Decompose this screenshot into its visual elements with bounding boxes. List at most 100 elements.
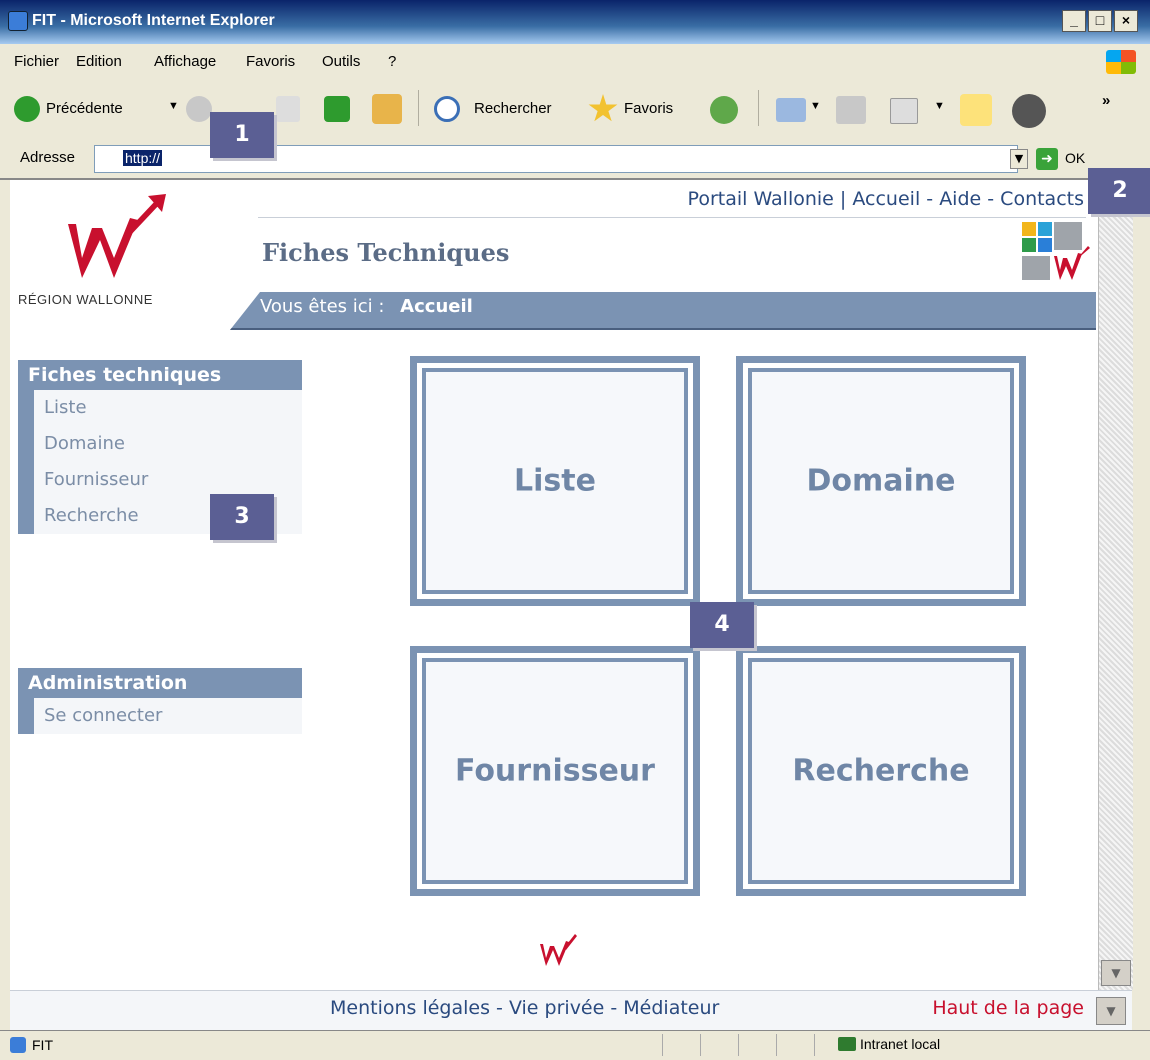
menu-help[interactable]: ? (388, 53, 396, 70)
messenger-icon[interactable] (1012, 94, 1046, 128)
header-divider (258, 217, 1086, 218)
link-separator: | (839, 188, 847, 210)
footer-logo-icon (540, 934, 577, 966)
search-button[interactable]: Rechercher (474, 100, 552, 117)
callout-badge: 2 (1088, 168, 1150, 214)
tile-fournisseur[interactable]: Fournisseur (410, 646, 700, 896)
vertical-scrollbar[interactable]: ▼ (1098, 180, 1133, 990)
top-links: Portail Wallonie | Accueil - Aide - Cont… (688, 188, 1084, 210)
toolbar-separator (758, 90, 759, 126)
menu-affichage[interactable]: Affichage (154, 53, 216, 70)
corner-logo-icon (1022, 222, 1090, 280)
tile-label: Liste (514, 463, 596, 499)
breadcrumb-prefix: Vous êtes ici : (260, 296, 385, 317)
ie-icon (8, 11, 28, 31)
footer-bar: Mentions légales - Vie privée - Médiateu… (10, 990, 1132, 1031)
go-arrow-icon[interactable]: ➜ (1036, 148, 1058, 170)
sidebar-item-liste[interactable]: Liste (34, 390, 302, 426)
address-label: Adresse (20, 149, 76, 166)
windows-logo-icon (1106, 50, 1136, 74)
sidebar-item-se-connecter[interactable]: Se connecter (34, 698, 302, 734)
favorites-button[interactable]: Favoris (624, 100, 673, 117)
callout-badge: 4 (690, 602, 754, 648)
link-accueil[interactable]: Accueil (852, 188, 920, 210)
history-icon[interactable] (710, 96, 738, 124)
window-title-bar: FIT - Microsoft Internet Explorer _ □ × (0, 0, 1150, 44)
window-title: FIT - Microsoft Internet Explorer (32, 12, 275, 29)
sidebar-heading-fiches: Fiches techniques (18, 360, 302, 390)
tile-label: Fournisseur (455, 753, 655, 789)
status-bar: FIT Intranet local (0, 1030, 1150, 1060)
link-vie-privee[interactable]: Vie privée (509, 997, 604, 1019)
address-bar: Adresse http:// ▼ ➜ OK (0, 140, 1150, 180)
menu-outils[interactable]: Outils (322, 53, 360, 70)
link-haut-de-la-page[interactable]: Haut de la page (932, 997, 1084, 1019)
link-separator: - (926, 188, 934, 210)
tile-domaine[interactable]: Domaine (736, 356, 1026, 606)
back-dropdown-icon[interactable]: ▼ (168, 100, 179, 112)
address-dropdown-icon[interactable]: ▼ (1010, 149, 1028, 169)
callout-badge: 1 (210, 112, 274, 158)
status-text: FIT (32, 1037, 53, 1053)
page-title: Fiches Techniques (262, 238, 510, 267)
link-separator: - (987, 188, 995, 210)
status-cell (814, 1034, 835, 1056)
link-aide[interactable]: Aide (939, 188, 981, 210)
region-wallonne-logo[interactable] (60, 194, 170, 282)
menu-favoris[interactable]: Favoris (246, 53, 295, 70)
scroll-down-icon[interactable]: ▼ (1096, 997, 1126, 1025)
link-separator: - (496, 997, 503, 1019)
back-arrow-icon[interactable] (14, 96, 40, 122)
sidebar-item-fournisseur[interactable]: Fournisseur (34, 462, 302, 498)
breadcrumb-current[interactable]: Accueil (400, 296, 473, 317)
home-icon[interactable] (372, 94, 402, 124)
link-mediateur[interactable]: Médiateur (623, 997, 719, 1019)
region-label: RÉGION WALLONNE (18, 292, 153, 307)
status-cell (776, 1034, 797, 1056)
link-separator: - (610, 997, 618, 1019)
status-cell (738, 1034, 759, 1056)
search-icon[interactable] (434, 96, 460, 122)
tile-label: Domaine (806, 463, 956, 499)
minimize-button[interactable]: _ (1062, 10, 1086, 32)
page-viewport: Portail Wallonie | Accueil - Aide - Cont… (10, 180, 1098, 990)
scroll-down-icon[interactable]: ▼ (1101, 960, 1131, 986)
go-button[interactable]: OK (1065, 150, 1085, 166)
edit-icon[interactable] (890, 98, 918, 124)
callout-badge: 3 (210, 494, 274, 540)
back-button[interactable]: Précédente (46, 100, 123, 117)
sidebar-item-domaine[interactable]: Domaine (34, 426, 302, 462)
status-cell (700, 1034, 721, 1056)
link-contacts[interactable]: Contacts (1000, 188, 1084, 210)
page-icon (10, 1037, 26, 1053)
link-portail-wallonie[interactable]: Portail Wallonie (688, 188, 834, 210)
refresh-icon[interactable] (324, 96, 350, 122)
sidebar-menu-administration: Se connecter (18, 698, 302, 734)
address-value[interactable]: http:// (123, 150, 163, 166)
tile-recherche[interactable]: Recherche (736, 646, 1026, 896)
tile-liste[interactable]: Liste (410, 356, 700, 606)
maximize-button[interactable]: □ (1088, 10, 1112, 32)
tile-label: Recherche (792, 753, 970, 789)
link-mentions-legales[interactable]: Mentions légales (330, 997, 490, 1019)
toolbar: Précédente ▼ Rechercher Favoris ▼ ▼ » (0, 78, 1150, 141)
footer-links: Mentions légales - Vie privée - Médiateu… (330, 997, 719, 1019)
sidebar-heading-administration: Administration (18, 668, 302, 698)
forward-arrow-icon[interactable] (186, 96, 212, 122)
note-icon[interactable] (960, 94, 992, 126)
breadcrumb: Vous êtes ici : Accueil (260, 296, 473, 317)
edit-dropdown-icon[interactable]: ▼ (934, 100, 945, 112)
mail-dropdown-icon[interactable]: ▼ (810, 100, 821, 112)
stop-icon[interactable] (276, 96, 300, 122)
menu-edition[interactable]: Edition (76, 53, 122, 70)
status-cell (662, 1034, 683, 1056)
close-button[interactable]: × (1114, 10, 1138, 32)
mail-icon[interactable] (776, 98, 806, 122)
menu-fichier[interactable]: Fichier (14, 53, 59, 70)
print-icon[interactable] (836, 96, 866, 124)
favorites-star-icon[interactable] (588, 94, 618, 122)
security-zone: Intranet local (860, 1036, 941, 1052)
toolbar-chevron-icon[interactable]: » (1102, 92, 1110, 109)
toolbar-separator (418, 90, 419, 126)
intranet-icon (838, 1037, 856, 1051)
